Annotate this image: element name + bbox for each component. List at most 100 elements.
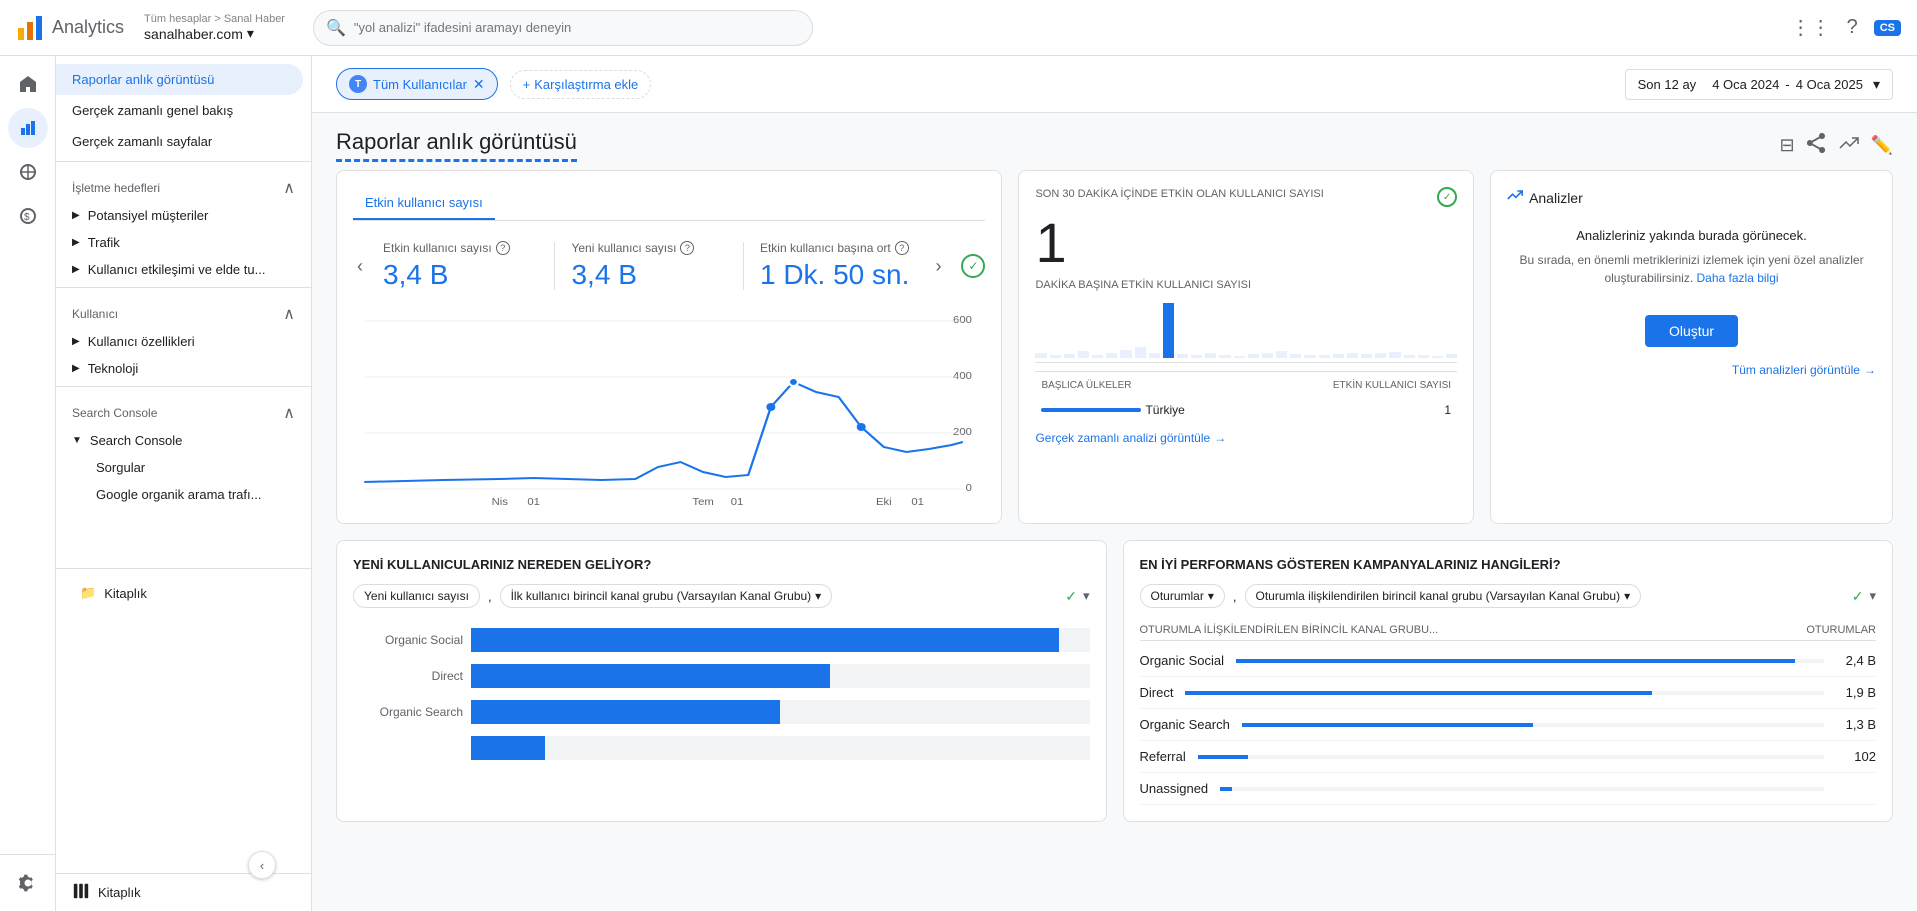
new-users-dimension-chip[interactable]: İlk kullanıcı birincil kanal grubu (Vars… (500, 584, 833, 608)
comma-separator-2: , (1233, 589, 1237, 604)
campaigns-dimension-chip[interactable]: Oturumla ilişkilendirilen birincil kanal… (1245, 584, 1642, 608)
sidebar-item-user-properties[interactable]: ▶ Kullanıcı özellikleri (56, 328, 311, 355)
avg-info-icon[interactable]: ? (895, 241, 909, 255)
apps-grid-icon[interactable]: ⋮⋮ (1791, 15, 1831, 40)
new-users-check-icon: ✓ (1065, 588, 1077, 605)
campaign-value-referral: 102 (1836, 749, 1876, 764)
sidebar-item-queries[interactable]: Sorgular (56, 454, 311, 481)
nav-home-icon[interactable] (8, 64, 48, 104)
campaign-value-direct: 1,9 B (1836, 685, 1876, 700)
bottom-row: YENİ KULLANICULARINIZ NEREDEN GELİYOR? Y… (312, 540, 1917, 838)
realtime-link[interactable]: Gerçek zamanlı analizi görüntüle → (1035, 431, 1457, 445)
svg-text:400: 400 (953, 371, 972, 382)
svg-text:0: 0 (966, 483, 972, 494)
sessions-dropdown-icon: ▾ (1208, 589, 1214, 603)
col2-header: OTURUMLAR (1806, 624, 1876, 636)
site-name[interactable]: sanalhaber.com ▾ (144, 25, 285, 42)
campaign-value-organic-search: 1,3 B (1836, 717, 1876, 732)
sidebar-item-search-console[interactable]: ▼ Search Console (56, 427, 311, 454)
campaign-bar-direct (1185, 691, 1824, 695)
metric-active-label: Etkin kullanıcı sayısı ? (383, 241, 538, 255)
realtime-active-count: 1 (1035, 215, 1457, 271)
app-title: Analytics (52, 17, 124, 38)
campaign-value-organic-social: 2,4 B (1836, 653, 1876, 668)
svg-text:01: 01 (911, 497, 924, 507)
sidebar-item-library[interactable]: 📁 Kitaplık (64, 577, 303, 609)
sidebar-item-potential-customers[interactable]: ▶ Potansiyel müşteriler (56, 202, 311, 229)
sidebar-item-organic-traffic[interactable]: Google organik arama trafı... (56, 481, 311, 508)
campaign-bar-referral (1198, 755, 1824, 759)
realtime-sub-label: DAKİKA BAŞINA ETKİN KULLANICI SAYISI (1035, 279, 1457, 291)
sidebar-section-business-goals[interactable]: İşletme hedefleri ∧ (56, 166, 311, 202)
date-range-picker[interactable]: Son 12 ay 4 Oca 2024 - 4 Oca 2025 ▾ (1625, 69, 1893, 100)
campaigns-table-header: OTURUMLA İLİŞKİLENDİRİLEN BİRİNCİL KANAL… (1140, 620, 1877, 641)
share-icon[interactable] (1807, 133, 1827, 158)
prev-metric-arrow[interactable]: ‹ (353, 252, 367, 281)
campaign-label-direct: Direct (1140, 685, 1174, 700)
analyzer-title-row: Analizler (1507, 187, 1876, 208)
nav-reports-icon[interactable] (8, 108, 48, 148)
next-metric-arrow[interactable]: › (931, 252, 945, 281)
dropdown-arrow-dimension: ▾ (815, 589, 821, 603)
metric-divider-2 (743, 242, 744, 290)
campaign-label-organic-social: Organic Social (1140, 653, 1225, 668)
sidebar-item-realtime-overview[interactable]: Gerçek zamanlı genel bakış (56, 95, 303, 126)
bar-fill-direct (471, 664, 830, 688)
chip-close-icon[interactable]: ✕ (473, 76, 485, 93)
sidebar-item-realtime-pages[interactable]: Gerçek zamanlı sayfalar (56, 126, 303, 157)
new-users-card: YENİ KULLANICULARINIZ NEREDEN GELİYOR? Y… (336, 540, 1107, 822)
library-bottom-item[interactable]: Kitaplık (72, 882, 295, 903)
metric-tab-active-users[interactable]: Etkin kullanıcı sayısı (353, 187, 495, 220)
campaign-bar-fill-organic-social (1236, 659, 1795, 663)
search-input[interactable] (354, 20, 800, 35)
account-info: Tüm hesaplar > Sanal Haber sanalhaber.co… (144, 13, 285, 42)
campaign-label-unassigned: Unassigned (1140, 781, 1209, 796)
sidebar-item-traffic[interactable]: ▶ Trafik (56, 229, 311, 256)
sidebar-collapse-button[interactable]: ‹ (248, 851, 276, 879)
all-users-chip[interactable]: T Tüm Kullanıcılar ✕ (336, 68, 498, 100)
campaigns-dropdown-icon[interactable]: ▾ (1869, 588, 1876, 604)
help-icon[interactable]: ? (1847, 16, 1858, 39)
app-logo: Analytics (16, 14, 124, 42)
new-users-dropdown-icon[interactable]: ▾ (1083, 588, 1090, 604)
realtime-card: SON 30 DAKİKA İÇİNDE ETKİN OLAN KULLANIC… (1018, 170, 1474, 524)
sidebar-item-technology[interactable]: ▶ Teknoloji (56, 355, 311, 382)
settings-icon-btn[interactable] (8, 863, 47, 903)
compare-columns-icon[interactable]: ⊟ (1779, 135, 1794, 156)
plus-icon: + (523, 77, 531, 92)
trending-icon[interactable] (1839, 133, 1859, 158)
nav-explore-icon[interactable] (8, 152, 48, 192)
metric-new-label: Yeni kullanıcı sayısı ? (571, 241, 726, 255)
metric-new-users: Yeni kullanıcı sayısı ? 3,4 B (571, 241, 726, 291)
chevron-right-icon-3: ▶ (72, 264, 80, 275)
bar-label-organic-search: Organic Search (353, 705, 463, 719)
campaign-bar-fill-unassigned (1220, 787, 1232, 791)
search-bar[interactable]: 🔍 (313, 10, 813, 46)
metric-avg-label: Etkin kullanıcı başına ort ? (760, 241, 915, 255)
active-users-info-icon[interactable]: ? (496, 241, 510, 255)
analyzer-learn-more-link[interactable]: Daha fazla bilgi (1697, 271, 1779, 285)
sidebar-section-search-console-header[interactable]: Search Console ∧ (56, 391, 311, 427)
sessions-chip[interactable]: Oturumlar ▾ (1140, 584, 1225, 608)
country-col1-header: BAŞLICA ÜLKELER (1037, 374, 1264, 397)
sidebar-item-user-interaction[interactable]: ▶ Kullanıcı etkileşimi ve elde tu... (56, 256, 311, 283)
new-users-info-icon[interactable]: ? (680, 241, 694, 255)
metrics-chart: 600 400 200 0 (353, 307, 985, 507)
edit-icon[interactable]: ✏️ (1871, 135, 1893, 156)
svg-text:01: 01 (731, 497, 744, 507)
all-analyzers-link[interactable]: Tüm analizleri görüntüle → (1507, 363, 1876, 377)
new-users-metric-chip[interactable]: Yeni kullanıcı sayısı (353, 584, 480, 608)
sidebar-item-reports-snapshot[interactable]: Raporlar anlık görüntüsü (56, 64, 303, 95)
nav-advertising-icon[interactable]: $ (8, 196, 48, 236)
campaign-row-organic-search: Organic Search 1,3 B (1140, 709, 1877, 741)
campaign-bar-organic-search (1242, 723, 1824, 727)
sidebar-section-user[interactable]: Kullanıcı ∧ (56, 292, 311, 328)
compare-add-button[interactable]: + Karşılaştırma ekle (510, 70, 652, 99)
campaign-bar-fill-direct (1185, 691, 1651, 695)
svg-text:200: 200 (953, 427, 972, 438)
new-users-filter-row: Yeni kullanıcı sayısı , İlk kullanıcı bi… (353, 584, 1090, 608)
top-bar: Analytics Tüm hesaplar > Sanal Haber san… (0, 0, 1917, 56)
svg-text:Eki: Eki (876, 497, 892, 507)
cards-row: Etkin kullanıcı sayısı ‹ Etkin kullanıcı… (312, 170, 1917, 540)
create-analyzer-button[interactable]: Oluştur (1645, 315, 1738, 347)
